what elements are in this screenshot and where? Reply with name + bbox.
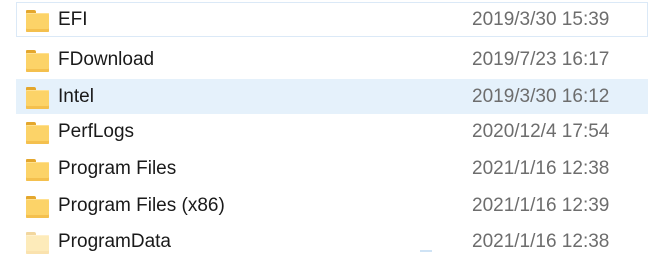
selection-hint [420,250,432,252]
file-list: EFI 2019/3/30 15:39 FDownload 2019/7/23 … [0,0,664,254]
file-row-programdata[interactable]: ProgramData 2021/1/16 12:38 [16,224,648,254]
file-row-fdownload[interactable]: FDownload 2019/7/23 16:17 [16,42,648,77]
file-row-intel[interactable]: Intel 2019/3/30 16:12 [16,79,648,114]
file-date-modified: 2019/3/30 16:12 [472,86,610,107]
file-date-modified: 2019/7/23 16:17 [472,49,610,70]
file-name: FDownload [58,49,155,70]
file-name: Program Files (x86) [58,195,225,216]
file-row-efi[interactable]: EFI 2019/3/30 15:39 [16,2,648,37]
file-row-program-files[interactable]: Program Files 2021/1/16 12:38 [16,151,648,186]
folder-icon [26,87,49,109]
file-date-modified: 2020/12/4 17:54 [472,121,610,142]
folder-icon [26,196,49,218]
file-row-program-files-x86[interactable]: Program Files (x86) 2021/1/16 12:39 [16,188,648,223]
folder-icon [26,10,49,32]
file-name: PerfLogs [58,121,135,142]
file-date-modified: 2021/1/16 12:39 [472,195,610,216]
folder-icon [26,122,49,144]
file-name: ProgramData [58,231,171,252]
file-name: EFI [58,9,88,30]
file-date-modified: 2021/1/16 12:38 [472,158,610,179]
file-name: Program Files [58,158,177,179]
file-date-modified: 2021/1/16 12:38 [472,231,610,252]
file-row-perflogs[interactable]: PerfLogs 2020/12/4 17:54 [16,114,648,149]
file-date-modified: 2019/3/30 15:39 [472,9,610,30]
folder-icon [26,159,49,181]
file-name: Intel [58,86,94,107]
folder-icon [26,232,49,254]
folder-icon [26,50,49,72]
